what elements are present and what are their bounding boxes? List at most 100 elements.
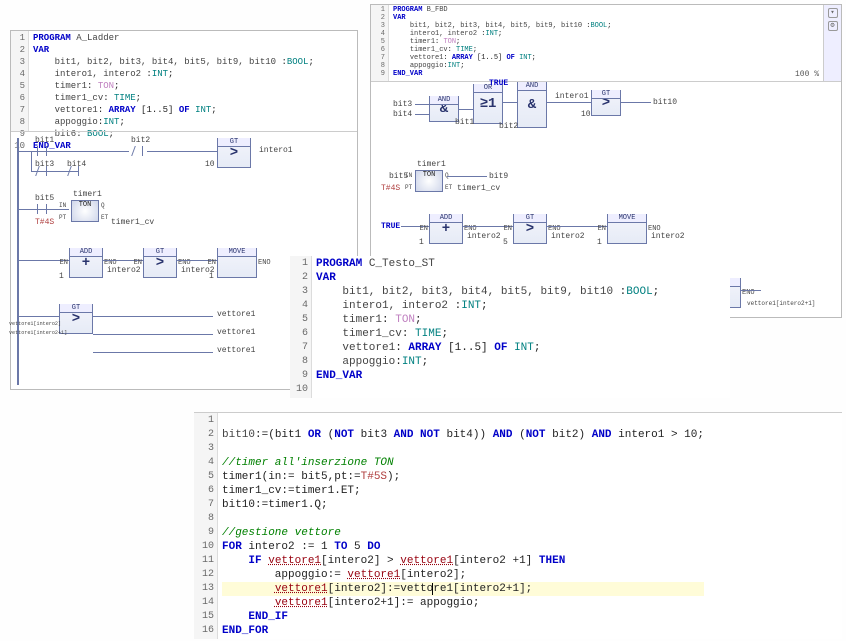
editor-c-declarations[interactable]: 12345678910 PROGRAM C_Testo_ST VAR bit1,… xyxy=(290,256,730,398)
wire xyxy=(447,176,487,177)
editor-a-code[interactable]: PROGRAM A_Ladder VAR bit1, bit2, bit3, b… xyxy=(29,31,318,131)
pin-et: ET xyxy=(445,184,452,191)
pin-en: EN xyxy=(420,225,428,233)
block-header: GT xyxy=(60,304,92,313)
block-header: TON xyxy=(416,171,442,179)
block-ton-b[interactable]: TON xyxy=(415,170,443,192)
wire xyxy=(19,209,69,210)
block-header: AND xyxy=(430,96,458,105)
label-true: TRUE xyxy=(489,79,508,88)
block-gt-1[interactable]: GT > xyxy=(217,138,251,168)
label-intero2: intero2 xyxy=(107,266,141,275)
block-header: GT xyxy=(218,138,250,147)
editor-c-body-code[interactable]: bit10:=(bit1 OR (NOT bit3 AND NOT bit4))… xyxy=(218,413,708,639)
collapse-icon[interactable]: ▾ xyxy=(828,8,838,18)
label-timer1: timer1 xyxy=(417,160,446,169)
wire xyxy=(147,151,217,152)
label-bit10: bit10 xyxy=(653,98,677,107)
editor-c-decl-gutter: 12345678910 xyxy=(290,256,312,398)
label-intero1: intero1 xyxy=(555,92,589,101)
label-vettore1: vettore1 xyxy=(217,346,255,355)
block-header: ADD xyxy=(70,248,102,257)
label-ptval: T#4S xyxy=(35,218,54,227)
contact-bit3[interactable] xyxy=(33,166,51,176)
block-header: GT xyxy=(514,214,546,223)
pin-en: EN xyxy=(504,225,512,233)
editor-c-body-gutter: 12345678910111213141516 xyxy=(194,413,218,639)
editor-a-declarations[interactable]: 12345678910 PROGRAM A_Ladder VAR bit1, b… xyxy=(11,31,357,131)
block-header: TON xyxy=(72,201,98,209)
wire xyxy=(547,102,591,103)
pin-en: EN xyxy=(208,259,216,267)
label-1: 1 xyxy=(597,238,602,247)
label-bit1: bit1 xyxy=(455,118,474,127)
label-1: 1 xyxy=(209,272,214,281)
editor-c-decl-code[interactable]: PROGRAM C_Testo_ST VAR bit1, bit2, bit3,… xyxy=(312,256,663,398)
block-ton-1[interactable]: TON xyxy=(71,200,99,222)
wire xyxy=(415,114,429,115)
editor-b-declarations[interactable]: 123456789 PROGRAM B_FBD VAR bit1, bit2, … xyxy=(371,5,841,81)
pin-en: EN xyxy=(598,225,606,233)
label-intero2: intero2 xyxy=(651,232,685,241)
block-move-1[interactable]: MOVE EN ENO xyxy=(217,248,257,278)
label-bit5: bit5 xyxy=(35,194,54,203)
block-header: MOVE xyxy=(608,214,646,223)
power-rail xyxy=(17,138,19,385)
wire xyxy=(19,316,59,317)
label-vettore1: vettore1 xyxy=(217,310,255,319)
block-header: GT xyxy=(592,90,620,99)
label-timer1cv: timer1_cv xyxy=(457,184,500,193)
wire xyxy=(31,151,32,171)
label-ptval: T#4S xyxy=(381,184,400,193)
block-symbol: > xyxy=(156,256,164,270)
editor-c-body[interactable]: 12345678910111213141516 bit10:=(bit1 OR … xyxy=(194,412,842,639)
editor-b-code[interactable]: PROGRAM B_FBD VAR bit1, bit2, bit3, bit4… xyxy=(389,5,615,81)
wire xyxy=(741,290,761,291)
block-header: AND xyxy=(518,82,546,91)
label-1: 1 xyxy=(419,238,424,247)
label-bit4: bit4 xyxy=(393,110,412,119)
block-header: ADD xyxy=(430,214,462,223)
editor-b-gutter: 123456789 xyxy=(371,5,389,81)
label-1: 1 xyxy=(59,272,64,281)
block-gt-2[interactable]: GT > EN ENO xyxy=(143,248,177,278)
block-gt-b1[interactable]: GT > xyxy=(591,90,621,116)
label-timer1: timer1 xyxy=(73,190,102,199)
pin-in: IN xyxy=(59,202,66,209)
pin-eno: ENO xyxy=(258,259,271,267)
block-add-1[interactable]: ADD + EN ENO xyxy=(69,248,103,278)
editor-b-scrollbar[interactable]: ▾ ⚙ xyxy=(823,5,841,81)
block-and-mid[interactable]: AND & xyxy=(517,82,547,128)
label-intero1: intero1 xyxy=(259,146,293,155)
label-vett-out: vettore1[intero2+1] xyxy=(747,300,815,307)
wire xyxy=(621,102,651,103)
wire xyxy=(93,334,213,335)
label-bit2: bit2 xyxy=(131,136,150,145)
pin-et: ET xyxy=(101,214,108,221)
block-or[interactable]: OR ≥1 xyxy=(473,84,503,124)
contact-bit2[interactable] xyxy=(129,146,147,156)
pin-en: EN xyxy=(134,259,142,267)
pin-in: IN xyxy=(405,172,412,179)
label-vett-b: vettore1[intero2+1] xyxy=(9,330,67,336)
pin-q: Q xyxy=(101,202,105,209)
label-bit1: bit1 xyxy=(35,136,54,145)
pin-en: EN xyxy=(60,259,68,267)
label-vett-a: vettore1[intero2] xyxy=(9,321,61,327)
tool-icon[interactable]: ⚙ xyxy=(828,21,838,31)
block-symbol: > xyxy=(526,222,534,236)
block-symbol: ≥1 xyxy=(480,97,497,111)
label-bit3: bit3 xyxy=(393,100,412,109)
label-const10: 10 xyxy=(205,160,215,169)
label-10: 10 xyxy=(581,110,591,119)
label-true: TRUE xyxy=(381,222,400,231)
label-etval: timer1_cv xyxy=(111,218,154,227)
block-gt-b2[interactable]: GT > EN ENO xyxy=(513,214,547,244)
block-add-b[interactable]: ADD + EN ENO xyxy=(429,214,463,244)
pin-pt: PT xyxy=(405,184,412,191)
zoom-level[interactable]: 100 % xyxy=(795,70,819,79)
block-symbol: & xyxy=(528,98,536,112)
contact-bit4[interactable] xyxy=(65,166,83,176)
block-move-b1[interactable]: MOVE EN ENO xyxy=(607,214,647,244)
block-symbol: + xyxy=(82,256,90,270)
